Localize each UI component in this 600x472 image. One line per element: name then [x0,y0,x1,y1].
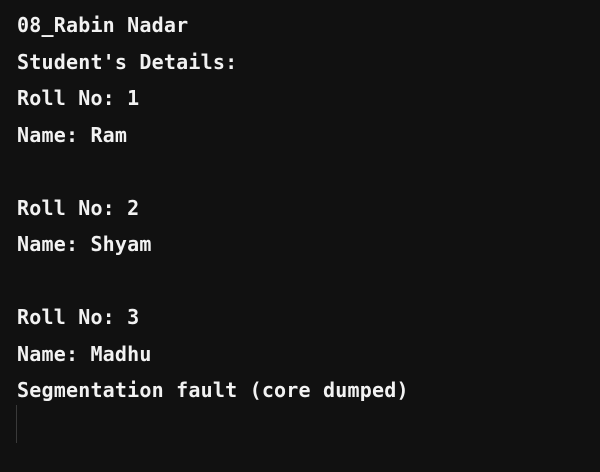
text-cursor [16,405,17,443]
output-line-roll-1: Roll No: 1 [17,86,140,110]
output-line-name-3: Name: Madhu [17,341,152,366]
output-line-error: Segmentation fault (core dumped) [17,378,409,402]
output-line-details-title: Student's Details: [17,49,238,74]
terminal-output[interactable]: 08_Rabin Nadar Student's Details: Roll N… [0,0,600,472]
output-line-roll-2: Roll No: 2 [17,195,140,220]
output-line-header-name: 08_Rabin Nadar [17,13,189,37]
output-line-name-1: Name: Ram [17,122,128,147]
output-line-name-2: Name: Shyam [17,232,152,256]
output-line-blank [17,268,600,305]
output-line-roll-3: Roll No: 3 [17,305,140,329]
output-line-blank [17,158,600,195]
